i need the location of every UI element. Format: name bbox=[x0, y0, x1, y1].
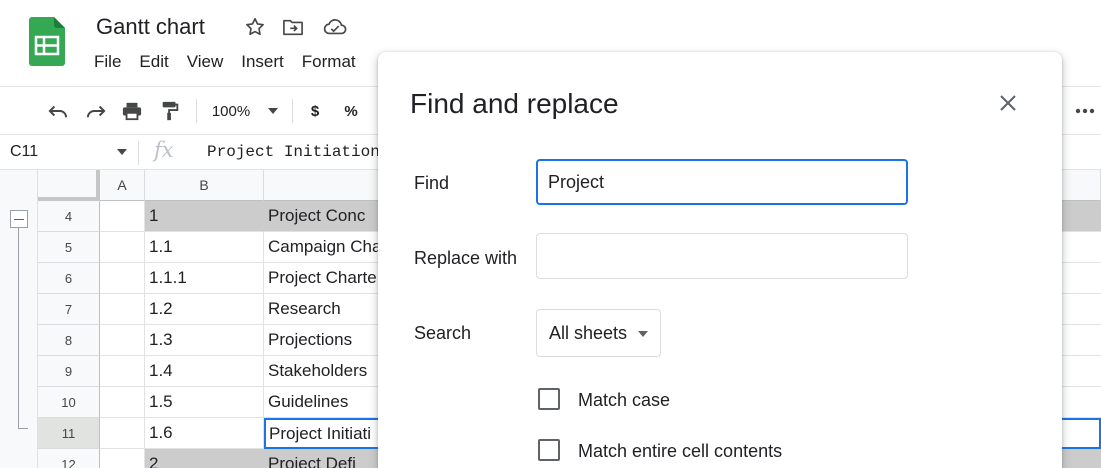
move-folder-icon[interactable] bbox=[281, 14, 305, 40]
row-header-active[interactable]: 11 bbox=[38, 418, 100, 449]
select-all-corner[interactable] bbox=[38, 170, 100, 201]
cell-b6[interactable]: 1.1.1 bbox=[145, 263, 264, 294]
dialog-title: Find and replace bbox=[410, 88, 619, 119]
match-case-checkbox[interactable] bbox=[538, 388, 560, 410]
row-group-gutter bbox=[0, 170, 38, 468]
collapse-group-button[interactable] bbox=[10, 210, 28, 228]
chevron-down-icon bbox=[638, 331, 648, 337]
cell-a12[interactable] bbox=[100, 449, 145, 468]
print-icon[interactable] bbox=[118, 87, 146, 135]
group-line bbox=[18, 228, 19, 428]
row-header[interactable]: 12 bbox=[38, 449, 100, 468]
cell-b5[interactable]: 1.1 bbox=[145, 232, 264, 263]
cell-b12[interactable]: 2 bbox=[145, 449, 264, 468]
column-header-b[interactable]: B bbox=[145, 170, 264, 201]
cell-a5[interactable] bbox=[100, 232, 145, 263]
cell-b10[interactable]: 1.5 bbox=[145, 387, 264, 418]
cell-b8[interactable]: 1.3 bbox=[145, 325, 264, 356]
replace-input[interactable] bbox=[536, 233, 908, 279]
star-icon[interactable] bbox=[243, 14, 267, 40]
match-entire-cell-checkbox[interactable] bbox=[538, 439, 560, 461]
cell-a7[interactable] bbox=[100, 294, 145, 325]
row-header[interactable]: 6 bbox=[38, 263, 100, 294]
cell-b4[interactable]: 1 bbox=[145, 201, 264, 232]
row-header[interactable]: 4 bbox=[38, 201, 100, 232]
cloud-status-icon[interactable] bbox=[323, 14, 347, 40]
find-label: Find bbox=[414, 173, 450, 193]
cell-b7[interactable]: 1.2 bbox=[145, 294, 264, 325]
search-scope-value: All sheets bbox=[549, 322, 628, 343]
cell-a8[interactable] bbox=[100, 325, 145, 356]
name-box[interactable]: C11 bbox=[10, 143, 38, 161]
toolbar-separator bbox=[196, 99, 197, 123]
cell-a9[interactable] bbox=[100, 356, 145, 387]
cell-a10[interactable] bbox=[100, 387, 145, 418]
chevron-down-icon bbox=[268, 108, 279, 114]
more-icon[interactable] bbox=[1075, 87, 1095, 135]
sheets-logo[interactable] bbox=[29, 17, 65, 66]
find-replace-dialog: Find and replace Find Replace with Searc… bbox=[378, 52, 1062, 468]
row-header[interactable]: 5 bbox=[38, 232, 100, 263]
zoom-value: 100% bbox=[211, 102, 251, 120]
menu-view[interactable]: View bbox=[187, 52, 224, 72]
cell-b11[interactable]: 1.6 bbox=[145, 418, 264, 449]
row-header[interactable]: 8 bbox=[38, 325, 100, 356]
currency-label: $ bbox=[310, 102, 320, 120]
row-header[interactable]: 10 bbox=[38, 387, 100, 418]
close-icon[interactable] bbox=[998, 93, 1018, 113]
undo-icon[interactable] bbox=[44, 87, 72, 135]
currency-format-button[interactable]: $ bbox=[304, 87, 326, 135]
document-title[interactable]: Gantt chart bbox=[96, 14, 205, 40]
formula-separator bbox=[138, 141, 139, 165]
column-header-a[interactable]: A bbox=[100, 170, 145, 201]
replace-label: Replace with bbox=[414, 248, 518, 268]
zoom-select[interactable]: 100% bbox=[206, 87, 284, 135]
cell-b9[interactable]: 1.4 bbox=[145, 356, 264, 387]
paint-format-icon[interactable] bbox=[156, 87, 184, 135]
redo-icon[interactable] bbox=[82, 87, 110, 135]
menu-insert[interactable]: Insert bbox=[241, 52, 284, 72]
chevron-down-icon[interactable] bbox=[117, 149, 127, 155]
menu-bar: File Edit View Insert Format bbox=[94, 52, 374, 72]
search-label: Search bbox=[414, 323, 472, 343]
find-input[interactable] bbox=[536, 159, 908, 205]
percent-label: % bbox=[344, 102, 358, 120]
formula-input[interactable]: Project Initiation bbox=[207, 143, 380, 161]
row-header[interactable]: 9 bbox=[38, 356, 100, 387]
match-entire-cell-label[interactable]: Match entire cell contents bbox=[578, 441, 782, 462]
group-line-end bbox=[18, 428, 28, 429]
match-case-label[interactable]: Match case bbox=[578, 390, 670, 411]
menu-format[interactable]: Format bbox=[302, 52, 356, 72]
row-header[interactable]: 7 bbox=[38, 294, 100, 325]
cell-a11[interactable] bbox=[100, 418, 145, 449]
menu-edit[interactable]: Edit bbox=[139, 52, 168, 72]
percent-format-button[interactable]: % bbox=[340, 87, 362, 135]
toolbar-separator bbox=[292, 99, 293, 123]
cell-a4[interactable] bbox=[100, 201, 145, 232]
menu-file[interactable]: File bbox=[94, 52, 121, 72]
cell-a6[interactable] bbox=[100, 263, 145, 294]
search-scope-select[interactable]: All sheets bbox=[536, 309, 661, 357]
fx-icon: fx bbox=[154, 138, 174, 162]
